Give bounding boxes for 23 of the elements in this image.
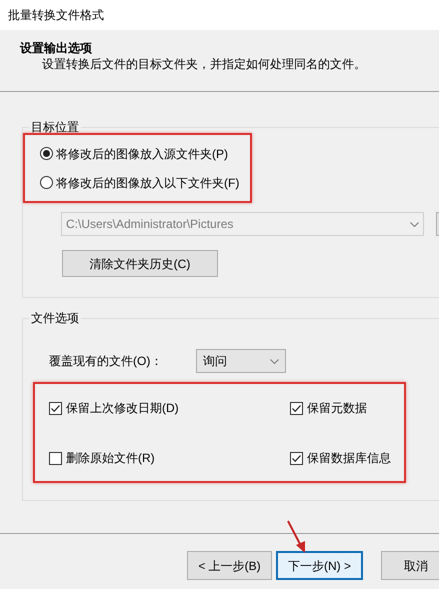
wizard-button[interactable]: < 上一步(B) — [187, 551, 272, 580]
section-description: 设置转换后文件的目标文件夹，并指定如何处理同名的文件。 — [41, 56, 367, 72]
overwrite-label: 覆盖现有的文件(O)： — [49, 353, 164, 370]
wizard-button[interactable]: 取消 — [381, 551, 439, 580]
checkbox-option[interactable]: 保留上次修改日期(D) — [49, 399, 290, 417]
checkmark-icon — [291, 402, 302, 414]
section-title: 设置输出选项 — [20, 40, 93, 56]
group-legend: 目标位置 — [29, 120, 81, 134]
checkbox-option[interactable]: 保留数据库信息 — [290, 449, 404, 467]
radio-option[interactable]: 将修改后的图像放入源文件夹(P) — [40, 139, 250, 168]
checkmark-icon — [50, 402, 61, 414]
clear-history-button[interactable]: 清除文件夹历史(C) — [62, 250, 218, 277]
overwrite-dropdown[interactable]: 询问 — [196, 349, 286, 373]
radio-option[interactable]: 将修改后的图像放入以下文件夹(F) — [40, 168, 250, 197]
wizard-button[interactable]: 下一步(N) > — [276, 551, 363, 580]
window-title: 批量转换文件格式 — [0, 0, 439, 30]
checkmark-icon — [291, 452, 302, 464]
checkbox-option[interactable]: 删除原始文件(R) — [49, 449, 290, 467]
checkbox-option[interactable]: 保留元数据 — [290, 399, 404, 417]
chevron-down-icon — [270, 358, 279, 364]
group-legend: 文件选项 — [29, 311, 81, 325]
chevron-down-icon — [410, 222, 419, 226]
path-dropdown: C:\Users\Administrator\Pictures — [61, 212, 424, 236]
